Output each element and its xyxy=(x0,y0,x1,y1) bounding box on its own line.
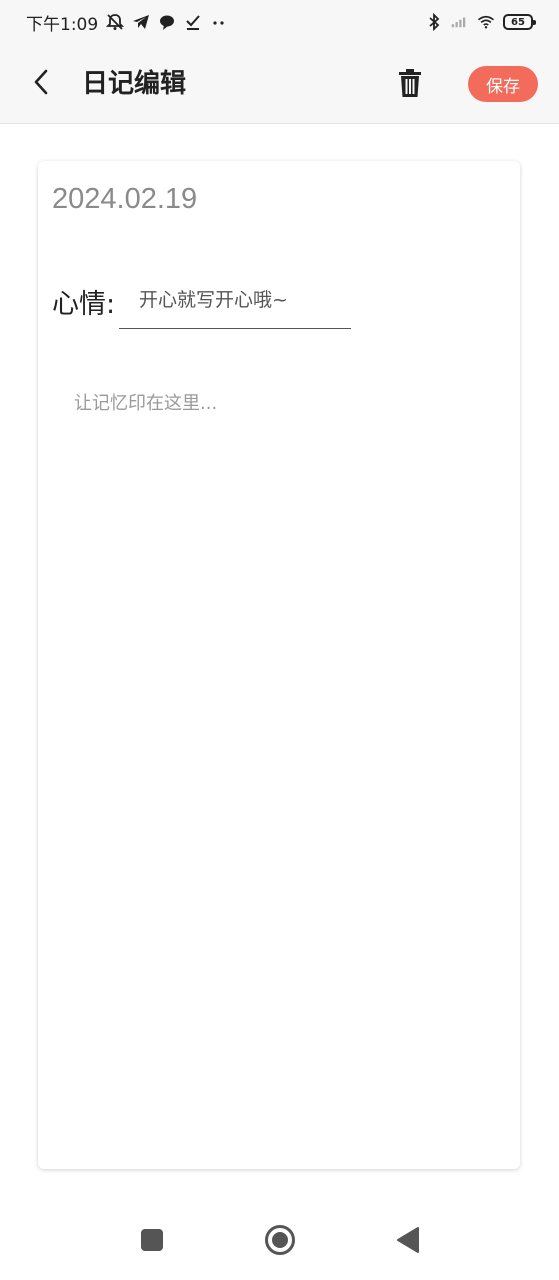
back-triangle-icon xyxy=(396,1227,420,1257)
system-nav-bar xyxy=(0,1204,559,1280)
page-title: 日记编辑 xyxy=(82,69,187,99)
mood-label: 心情: xyxy=(52,289,116,320)
mute-bell-icon xyxy=(106,13,125,31)
wifi-icon xyxy=(477,13,495,31)
battery-icon: 65 xyxy=(503,14,536,30)
signal-icon xyxy=(451,13,469,31)
status-left: 下午1:09 xyxy=(26,10,228,35)
telegram-icon xyxy=(132,13,150,31)
status-right: 65 xyxy=(425,13,536,31)
more-dots-icon xyxy=(210,13,228,31)
recents-square-icon xyxy=(140,1228,164,1256)
trash-icon xyxy=(398,68,422,102)
save-button[interactable]: 保存 xyxy=(468,66,538,102)
home-button[interactable] xyxy=(262,1224,298,1260)
status-time: 下午1:09 xyxy=(26,14,99,35)
delete-button[interactable] xyxy=(394,66,426,104)
chat-bubble-icon xyxy=(158,13,176,31)
home-circle-icon xyxy=(264,1224,296,1260)
task-check-icon xyxy=(184,13,202,31)
back-button[interactable] xyxy=(24,66,58,102)
system-back-button[interactable] xyxy=(390,1224,426,1260)
diary-date: 2024.02.19 xyxy=(52,183,198,215)
diary-card: 2024.02.19 心情: xyxy=(38,161,520,1169)
bluetooth-icon xyxy=(425,13,443,31)
chevron-left-icon xyxy=(32,68,50,100)
mood-input[interactable] xyxy=(119,271,351,329)
recents-button[interactable] xyxy=(134,1224,170,1260)
app-bar: 日记编辑 保存 xyxy=(0,44,559,124)
status-bar: 下午1:09 65 xyxy=(0,0,559,44)
diary-content-input[interactable] xyxy=(74,389,494,1129)
battery-level: 65 xyxy=(511,16,525,28)
